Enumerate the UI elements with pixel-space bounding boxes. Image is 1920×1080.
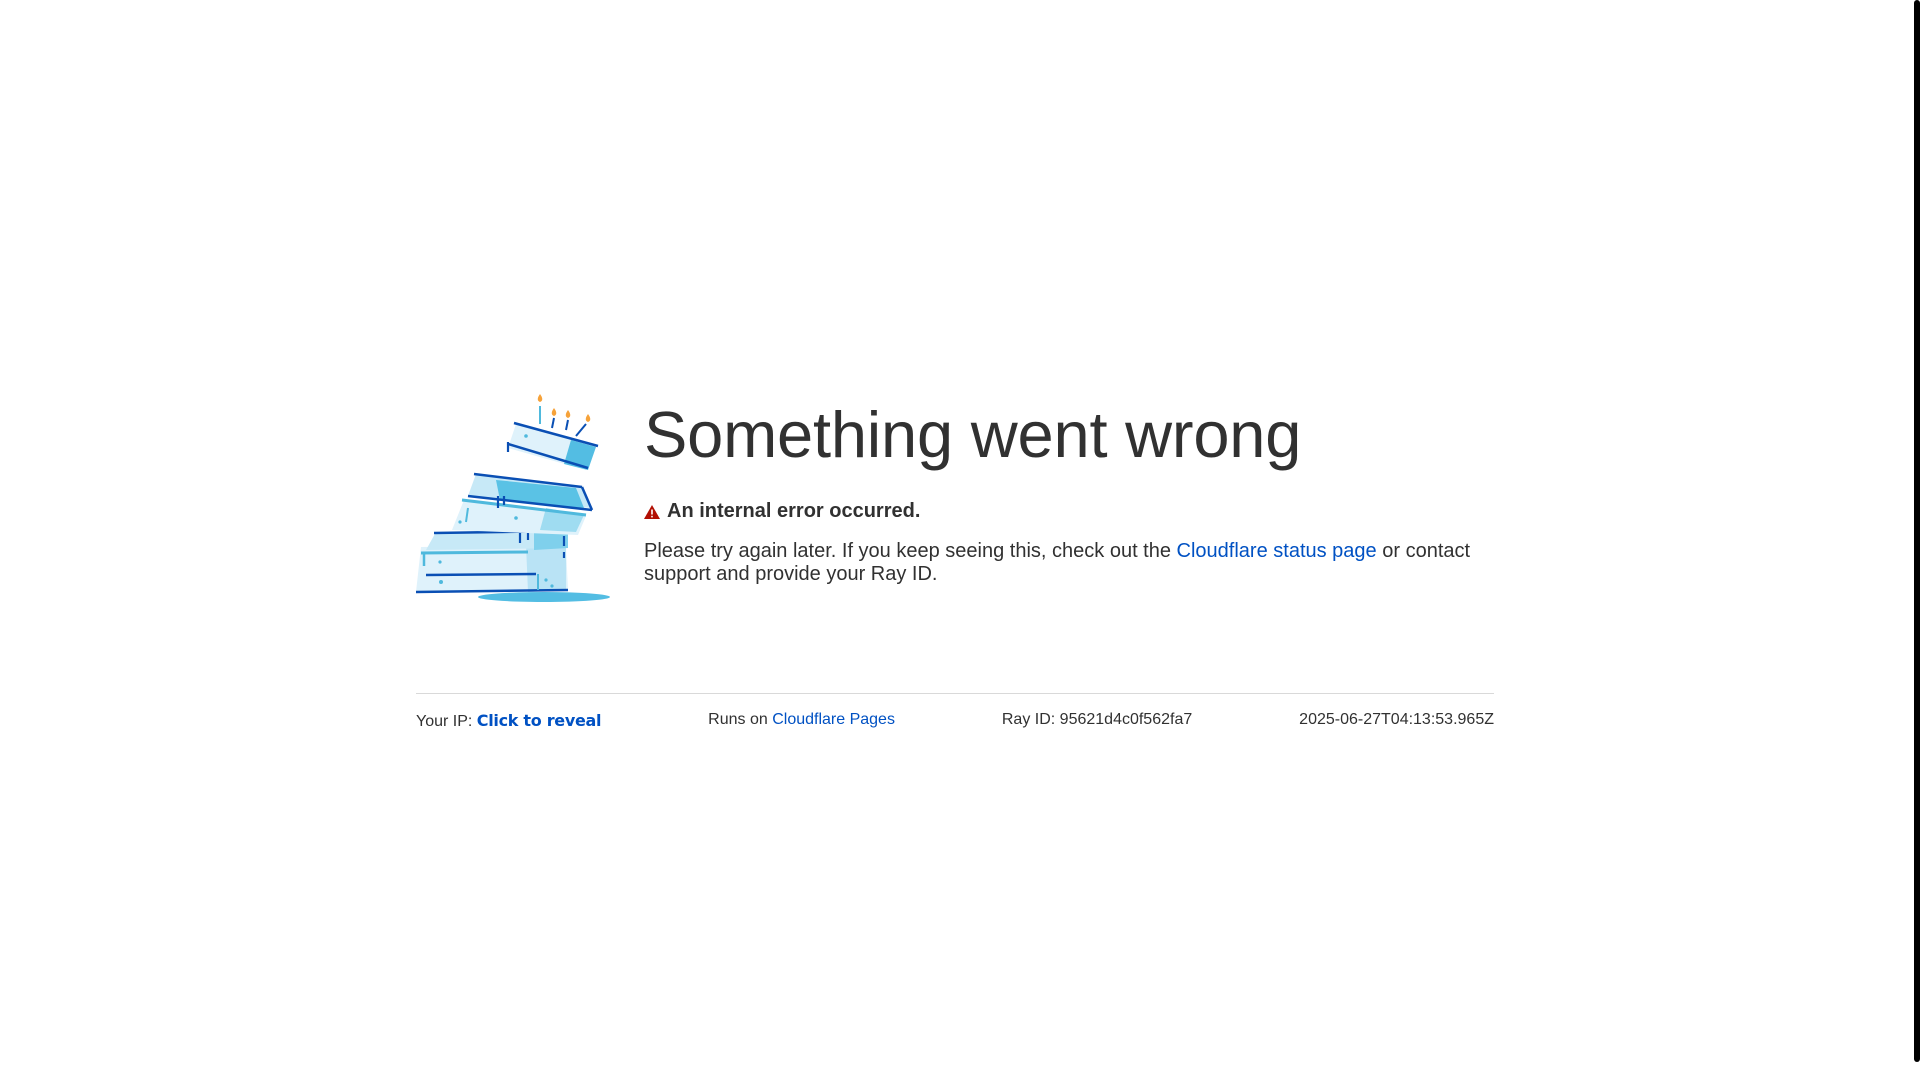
footer-ip: Your IP: Click to reveal xyxy=(416,711,602,731)
warning-triangle-icon xyxy=(644,504,660,519)
error-description: Please try again later. If you keep seei… xyxy=(644,540,1494,586)
cloudflare-pages-link[interactable]: Cloudflare Pages xyxy=(772,711,895,728)
scrollbar[interactable] xyxy=(1912,0,1920,1080)
ray-id-value: 95621d4c0f562fa7 xyxy=(1059,711,1193,728)
footer-timestamp: 2025-06-27T04:13:53.965Z xyxy=(1299,711,1494,728)
footer-runs-on: Runs on Cloudflare Pages xyxy=(708,711,895,731)
error-page: Something went wrong An internal error o… xyxy=(0,0,1920,1080)
runs-on-label: Runs on xyxy=(708,711,768,728)
footer-divider xyxy=(416,693,1494,694)
reveal-ip-button[interactable]: Click to reveal xyxy=(477,711,602,730)
ip-label: Your IP: xyxy=(416,713,473,730)
falling-cake-illustration xyxy=(416,394,610,602)
footer: Your IP: Click to reveal Runs on Cloudfl… xyxy=(416,711,1494,731)
error-heading: An internal error occurred. xyxy=(644,500,1494,523)
description-text-before: Please try again later. If you keep seei… xyxy=(644,540,1177,562)
page-title: Something went wrong xyxy=(644,398,1302,471)
scrollbar-thumb[interactable] xyxy=(1914,0,1920,1062)
cloudflare-status-link[interactable]: Cloudflare status page xyxy=(1177,540,1377,562)
main-container: Something went wrong An internal error o… xyxy=(416,388,1494,731)
footer-ray-id: Ray ID: 95621d4c0f562fa7 xyxy=(1002,711,1192,731)
error-heading-text: An internal error occurred. xyxy=(667,500,921,522)
ray-id-label: Ray ID: xyxy=(1001,711,1056,728)
error-content: Something went wrong An internal error o… xyxy=(644,388,1494,586)
hero-section: Something went wrong An internal error o… xyxy=(416,388,1494,606)
